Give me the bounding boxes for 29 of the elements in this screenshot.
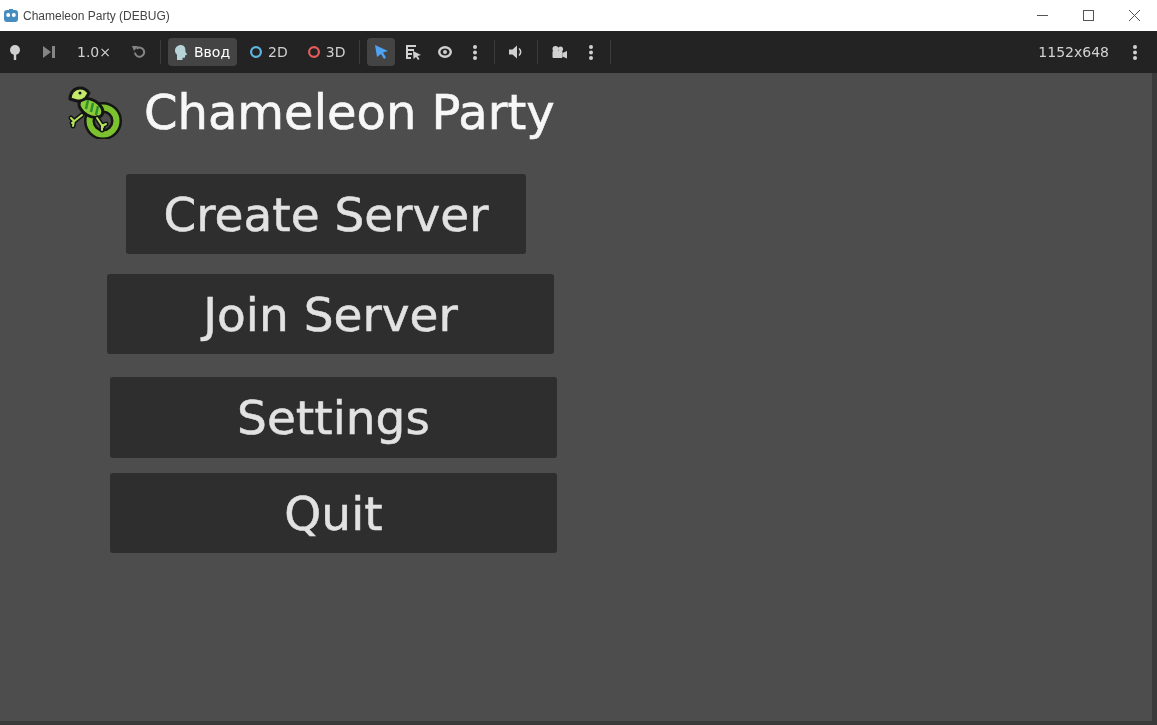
step-forward-icon: [43, 46, 55, 58]
app-logo-icon: [4, 9, 18, 22]
menu-button[interactable]: Create Server: [126, 174, 526, 254]
more-icon: [473, 44, 478, 60]
mode-button[interactable]: 3D: [300, 38, 353, 66]
select-tool-button[interactable]: [367, 38, 396, 66]
lizard-icon: [66, 85, 123, 139]
menu-button[interactable]: Quit: [110, 473, 557, 553]
speed-button[interactable]: 1.0×: [69, 38, 119, 66]
reset-icon: [132, 45, 146, 59]
more-icon: [1133, 44, 1137, 60]
input-mode-button[interactable]: Ввод: [168, 38, 238, 66]
speaker-icon: [509, 45, 524, 59]
eye-icon: [438, 46, 453, 58]
close-icon: [1128, 10, 1140, 21]
minimize-icon: [1036, 15, 1048, 16]
camera-icon: [552, 45, 567, 59]
head-icon: [175, 44, 188, 60]
more-icon: [589, 44, 594, 60]
menu-button[interactable]: Settings: [110, 377, 557, 458]
maximize-icon: [1082, 10, 1094, 21]
pin-icon: [8, 44, 22, 60]
game-title: Chameleon Party: [144, 84, 555, 140]
menu-button[interactable]: Join Server: [107, 274, 554, 354]
resolution-label: 1152x648: [1038, 44, 1109, 60]
list-cursor-icon: [406, 44, 421, 60]
cursor-icon: [375, 45, 388, 59]
mode-button[interactable]: 2D: [243, 38, 295, 66]
window-title: Chameleon Party (DEBUG): [23, 8, 170, 23]
